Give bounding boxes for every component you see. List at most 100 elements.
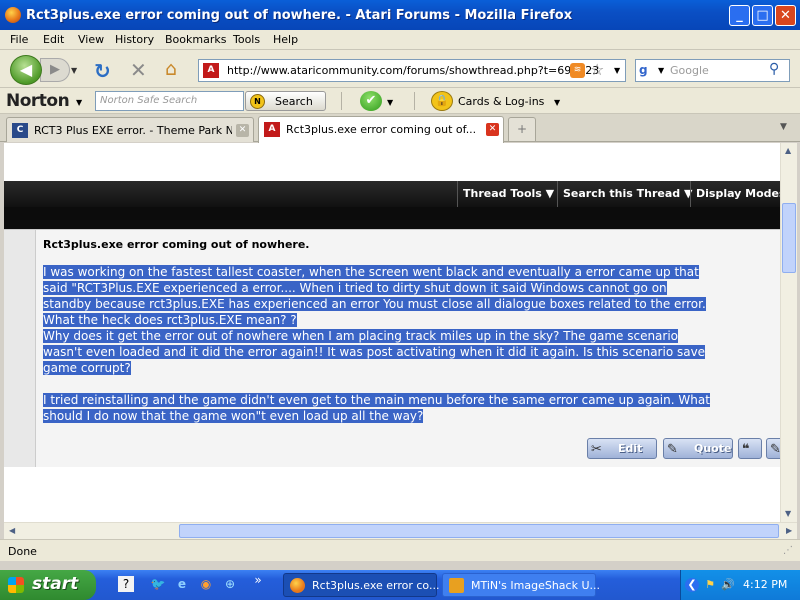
firefox-quicklaunch-icon[interactable]: ◉ [198,576,214,592]
quicklaunch-more-icon[interactable]: » [250,572,266,588]
start-label: start [32,574,79,594]
tab-rct3-plus-exe-error[interactable]: C RCT3 Plus EXE error. - Theme Park Ne..… [6,117,254,142]
post-line: game corrupt? [43,361,131,375]
taskbar-item-imageshack[interactable]: MTiN's ImageShack U... [442,573,600,597]
tab-favicon-icon: A [264,122,280,137]
home-icon[interactable]: ⌂ [165,58,177,80]
menu-edit[interactable]: Edit [43,33,64,46]
menu-bookmarks[interactable]: Bookmarks [165,33,226,46]
bookmark-star-icon[interactable]: ☆ [590,60,604,79]
taskbar-item-firefox[interactable]: Rct3plus.exe error co... [283,573,439,597]
search-thread-button[interactable]: Search this Thread ▼ [557,181,697,207]
vertical-scroll-thumb[interactable] [782,203,796,273]
title-bar: Rct3plus.exe error coming out of nowhere… [0,0,800,30]
status-bar: Done ⋰ [0,539,800,561]
tab-close-icon[interactable]: ✕ [486,123,499,136]
safe-web-check-icon[interactable]: ✔ [360,91,382,111]
firefox-icon [290,578,305,593]
menu-tools[interactable]: Tools [233,33,260,46]
horizontal-scroll-thumb[interactable] [179,524,779,538]
forward-button[interactable]: ▶ [40,58,70,82]
search-input[interactable]: Google [670,64,709,77]
search-icon[interactable]: ⚲ [769,61,779,77]
start-button[interactable]: start [0,570,96,600]
post-line [43,376,780,392]
scroll-up-icon[interactable]: ▲ [785,146,791,155]
post: Rct3plus.exe error coming out of nowhere… [4,229,780,468]
identity-safe-lock-icon[interactable]: 🔒 [431,91,453,111]
close-window-button[interactable]: ✕ [775,5,796,26]
tab-label: Rct3plus.exe error coming out of... [286,123,477,136]
tray-expand-icon[interactable]: ❮ [685,578,699,592]
back-button[interactable]: ◀ [10,55,42,85]
menu-file[interactable]: File [10,33,28,46]
safe-web-dropdown-icon[interactable]: ▼ [387,98,393,107]
stop-icon[interactable]: ✕ [130,58,147,82]
post-title: Rct3plus.exe error coming out of nowhere… [43,238,310,251]
imageshack-icon [449,578,464,593]
tab-favicon-icon: C [12,123,28,138]
menu-view[interactable]: View [78,33,104,46]
browser-quicklaunch-icon[interactable]: ⊕ [222,576,238,592]
internet-explorer-quicklaunch-icon[interactable]: e [174,576,190,592]
quick-reply-icon: ✎ [770,442,780,457]
maximize-button[interactable]: □ [752,5,773,26]
display-modes-button[interactable]: Display Modes [690,181,780,207]
multi-quote-button[interactable]: ❝ [738,438,762,459]
thread-tools-button[interactable]: Thread Tools ▼ [457,181,559,207]
norton-n-icon: N [250,94,265,109]
vertical-scrollbar[interactable]: ▲ ▼ [780,143,797,522]
quote-label: Quote [694,442,732,455]
multi-quote-icon: ❝ [742,442,750,457]
page-content: Thread Tools ▼ Search this Thread ▼ Disp… [4,143,780,522]
rss-feed-icon[interactable]: ≋ [570,63,585,78]
post-line: said "RCT3Plus.EXE experienced a error..… [43,281,667,295]
post-line: I tried reinstalling and the game didn't… [43,393,710,407]
window-title: Rct3plus.exe error coming out of nowhere… [26,8,573,23]
resize-grip-icon[interactable]: ⋰ [783,545,793,556]
horizontal-scrollbar[interactable]: ◀ ▶ [4,522,797,539]
search-engine-dropdown-icon[interactable]: ▼ [658,66,664,75]
scroll-down-icon[interactable]: ▼ [785,509,791,518]
reload-icon[interactable]: ↻ [94,59,111,83]
web-search-box[interactable]: g ▼ Google ⚲ [635,59,790,82]
volume-icon[interactable]: 🔊 [721,578,735,592]
post-header-band [4,207,780,229]
url-dropdown-icon[interactable]: ▼ [614,66,620,75]
status-text: Done [8,545,37,558]
tab-rct3plus-error-active[interactable]: A Rct3plus.exe error coming out of... ✕ [258,116,504,143]
norton-tray-icon[interactable]: ⚑ [703,578,717,592]
scroll-right-icon[interactable]: ▶ [786,526,792,535]
url-text[interactable]: http://www.ataricommunity.com/forums/sho… [227,64,599,77]
minimize-button[interactable]: _ [729,5,750,26]
quote-pen-icon: ✎ [667,442,678,457]
post-line: I was working on the fastest tallest coa… [43,265,699,279]
post-line: standby because rct3plus.EXE has experie… [43,297,706,311]
windows-logo-icon [8,577,24,593]
menu-history[interactable]: History [115,33,154,46]
norton-search-input[interactable]: Norton Safe Search [95,91,244,111]
url-bar[interactable]: A http://www.ataricommunity.com/forums/s… [198,59,626,82]
tab-list-icon[interactable]: ▼ [780,122,787,132]
scroll-left-icon[interactable]: ◀ [9,526,15,535]
quick-reply-button[interactable]: ✎ [766,438,780,459]
norton-search-button[interactable]: N Search [245,91,326,111]
cards-logins-button[interactable]: Cards & Log-ins [458,95,544,108]
messenger-quicklaunch-icon[interactable]: 🐦 [150,576,166,592]
cards-logins-dropdown-icon[interactable]: ▼ [554,98,560,107]
history-dropdown-icon[interactable]: ▼ [71,66,77,75]
edit-button[interactable]: ✂ Edit [587,438,657,459]
help-quicklaunch-icon[interactable]: ? [118,576,134,592]
norton-dropdown-icon[interactable]: ▼ [76,98,82,107]
clock[interactable]: 4:12 PM [743,578,787,591]
search-engine-icon[interactable]: g [639,63,656,78]
post-line: should I do now that the game won"t even… [43,409,424,423]
post-body: I was working on the fastest tallest coa… [43,264,780,424]
tab-close-icon[interactable]: ✕ [236,124,249,137]
new-tab-button[interactable]: + [508,117,536,141]
menu-bar: File Edit View History Bookmarks Tools H… [0,30,800,50]
norton-logo[interactable]: Norton [6,91,70,111]
quote-button[interactable]: ✎ Quote [663,438,733,459]
edit-label: Edit [618,442,643,455]
menu-help[interactable]: Help [273,33,298,46]
